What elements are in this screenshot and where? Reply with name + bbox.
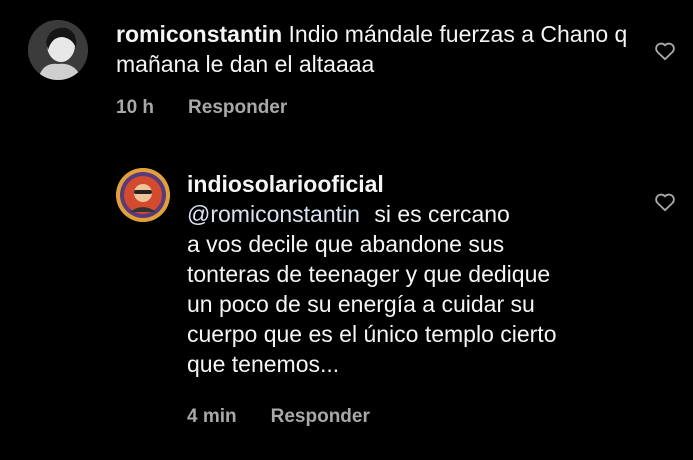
timestamp: 4 min <box>187 406 237 427</box>
username[interactable]: romiconstantin <box>116 21 282 47</box>
comment-meta: 10 h Responder <box>116 97 287 119</box>
reply-button[interactable]: Responder <box>188 97 287 119</box>
heart-outline-icon[interactable] <box>654 192 676 212</box>
comment-text: indiosolariooficial @romiconstantin si e… <box>187 169 657 379</box>
comment-meta: 4 min Responder <box>187 406 370 428</box>
body-line: que tenemos... <box>187 351 340 377</box>
comment-body: @romiconstantin si es cercano <box>187 199 657 229</box>
avatar-photo-icon <box>28 20 88 80</box>
reply-button[interactable]: Responder <box>271 406 370 428</box>
body-line: cuerpo que es el único templo cierto <box>187 321 557 347</box>
body-line: un poco de su energía a cuidar su <box>187 291 535 317</box>
heart-outline-icon[interactable] <box>654 41 676 61</box>
body-line: si es cercano <box>374 201 510 227</box>
body-line: a vos decile que abandone sus <box>187 231 505 257</box>
comment-indiosolariooficial: indiosolariooficial @romiconstantin si e… <box>0 150 693 460</box>
timestamp: 10 h <box>116 97 155 118</box>
body-line: tonteras de teenager y que dedique <box>187 261 551 287</box>
username[interactable]: indiosolariooficial <box>187 169 657 199</box>
mention-link[interactable]: @romiconstantin <box>187 201 360 227</box>
avatar[interactable] <box>116 168 170 222</box>
avatar[interactable] <box>28 20 88 80</box>
comment-romiconstantin: romiconstantin Indio mándale fuerzas a C… <box>0 0 693 130</box>
avatar-logo-icon <box>116 168 170 222</box>
comment-text: romiconstantin Indio mándale fuerzas a C… <box>116 19 636 79</box>
